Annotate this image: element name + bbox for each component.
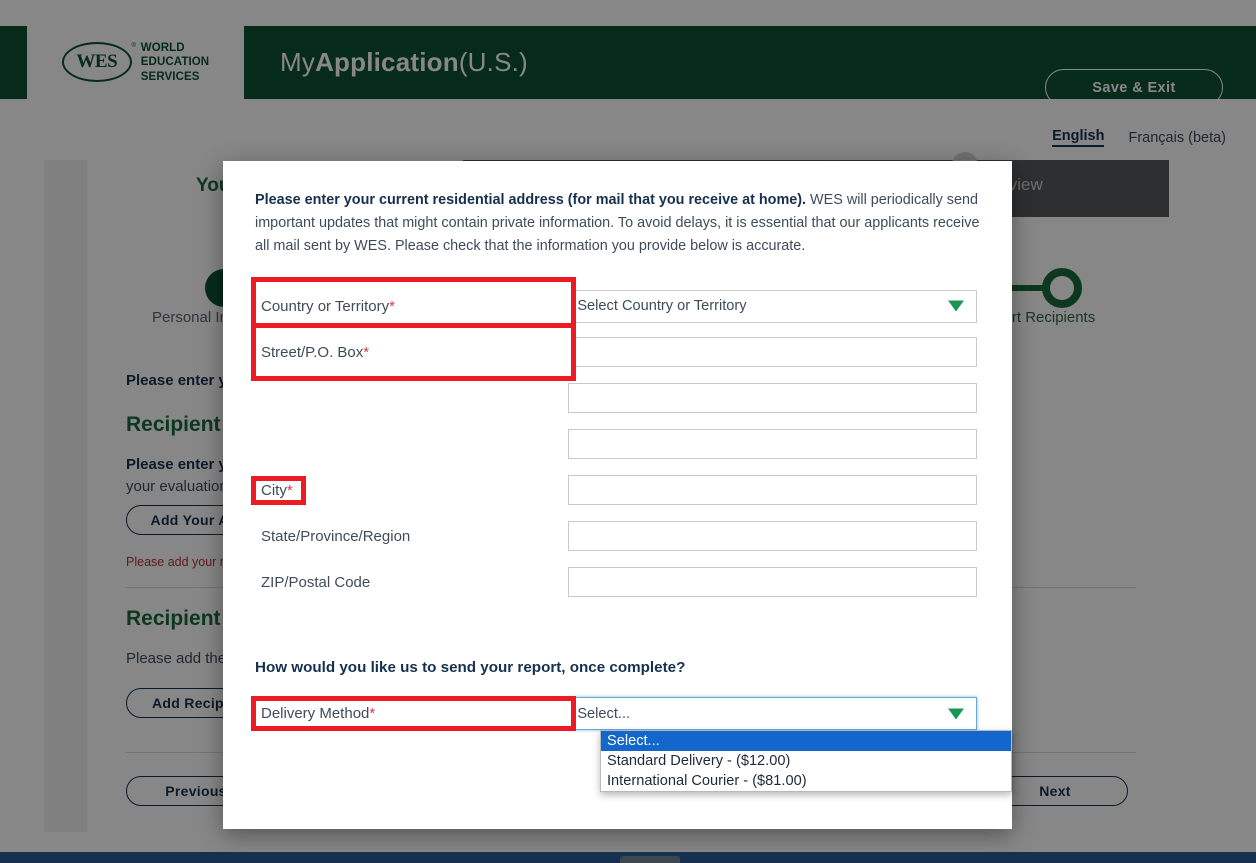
label-street-po-box: Street/P.O. Box* xyxy=(250,323,577,382)
required-asterisk-country: * xyxy=(389,297,395,315)
label-street-line-2 xyxy=(255,375,568,421)
delivery-method-select[interactable]: Select... xyxy=(568,697,977,731)
background-left-rail xyxy=(44,160,87,832)
label-street-line-3-text xyxy=(255,441,266,448)
form-row-street-2 xyxy=(255,375,977,421)
form-row-state: State/Province/Region xyxy=(255,513,977,559)
state-province-region-input[interactable] xyxy=(568,521,977,552)
wes-logo-wordmark: WORLD EDUCATION SERVICES xyxy=(141,41,209,83)
label-zip-postal-code: ZIP/Postal Code xyxy=(255,559,568,605)
wes-logo-mark: WES xyxy=(76,51,118,73)
footer-scroll-nub xyxy=(620,856,680,863)
chevron-down-icon xyxy=(948,708,964,720)
required-asterisk-street: * xyxy=(363,343,370,361)
label-street-text: Street/P.O. Box xyxy=(261,343,364,361)
form-row-delivery-method: Delivery Method* Select... Select... Sta… xyxy=(250,696,1012,793)
street-line-1-input[interactable] xyxy=(568,337,977,368)
wes-logo-line-1: WORLD xyxy=(140,42,185,55)
language-option-english[interactable]: English xyxy=(1052,128,1105,147)
label-delivery-text: Delivery Method xyxy=(261,705,370,723)
form-row-street-3 xyxy=(255,421,977,467)
label-country-text: Country or Territory xyxy=(261,297,390,315)
wes-logo-oval-icon: WES ® xyxy=(61,42,136,83)
stepper-circle-report-recipients[interactable] xyxy=(1042,268,1082,308)
language-option-french[interactable]: Français (beta) xyxy=(1128,130,1226,146)
form-row-street: Street/P.O. Box* xyxy=(250,323,977,382)
label-street-line-2-text xyxy=(255,395,266,402)
label-delivery-method: Delivery Method* xyxy=(250,696,577,732)
label-street-line-3 xyxy=(255,421,568,467)
modal-intro-bold: Please enter your current residential ad… xyxy=(255,192,807,208)
country-or-territory-select[interactable]: Select Country or Territory xyxy=(568,289,977,323)
residential-address-modal: Please enter your current residential ad… xyxy=(223,161,1012,829)
required-asterisk-city: * xyxy=(286,481,293,499)
chevron-down-icon xyxy=(948,300,964,312)
label-city-text: City xyxy=(261,481,287,499)
wes-logo-line-2: EDUCATION xyxy=(140,56,210,69)
street-line-3-input[interactable] xyxy=(568,429,977,460)
street-line-2-input[interactable] xyxy=(568,383,977,414)
label-state-text: State/Province/Region xyxy=(255,524,416,548)
page-title-prefix: My xyxy=(280,47,316,77)
dropdown-option-select[interactable]: Select... xyxy=(601,731,1011,752)
zip-postal-code-input[interactable] xyxy=(568,567,977,598)
address-form: Country or Territory* Select Country or … xyxy=(250,277,977,605)
registered-trademark-icon: ® xyxy=(131,43,136,50)
label-city-wrapper: City* xyxy=(251,467,568,513)
label-state-province-region: State/Province/Region xyxy=(255,513,568,559)
delivery-method-dropdown-options: Select... Standard Delivery - ($12.00) I… xyxy=(600,730,1012,793)
delivery-question-heading: How would you like us to send your repor… xyxy=(255,659,686,677)
language-switcher: English Français (beta) xyxy=(1052,128,1226,147)
wes-logo-line-3: SERVICES xyxy=(140,70,200,83)
delivery-select-value: Select... xyxy=(577,705,631,722)
dropdown-option-international-courier[interactable]: International Courier - ($81.00) xyxy=(601,771,1011,791)
form-row-city: City* xyxy=(251,467,977,513)
country-select-value: Select Country or Territory xyxy=(577,298,747,315)
background-recipient-1-text-line2: your evaluation. xyxy=(126,478,232,495)
app-page: Your Application Review Personal Informa… xyxy=(0,0,1256,863)
save-and-exit-button[interactable]: Save & Exit xyxy=(1045,69,1223,106)
label-city-highlight: City* xyxy=(251,475,306,505)
city-input[interactable] xyxy=(568,475,977,506)
background-heading-recipient-2: Recipient 2 xyxy=(126,607,239,630)
modal-intro-text: Please enter your current residential ad… xyxy=(255,189,981,257)
app-header: WES ® WORLD EDUCATION SERVICES My Applic… xyxy=(0,26,1256,106)
dropdown-option-standard-delivery[interactable]: Standard Delivery - ($12.00) xyxy=(601,751,1011,771)
page-title-suffix: (U.S.) xyxy=(458,47,528,77)
label-zip-text: ZIP/Postal Code xyxy=(255,570,376,594)
wes-logo[interactable]: WES ® WORLD EDUCATION SERVICES xyxy=(27,26,244,99)
page-title-bold: Application xyxy=(315,47,459,77)
page-title: My Application (U.S.) xyxy=(280,26,528,99)
form-row-zip: ZIP/Postal Code xyxy=(255,559,977,605)
required-asterisk-delivery: * xyxy=(369,705,376,723)
